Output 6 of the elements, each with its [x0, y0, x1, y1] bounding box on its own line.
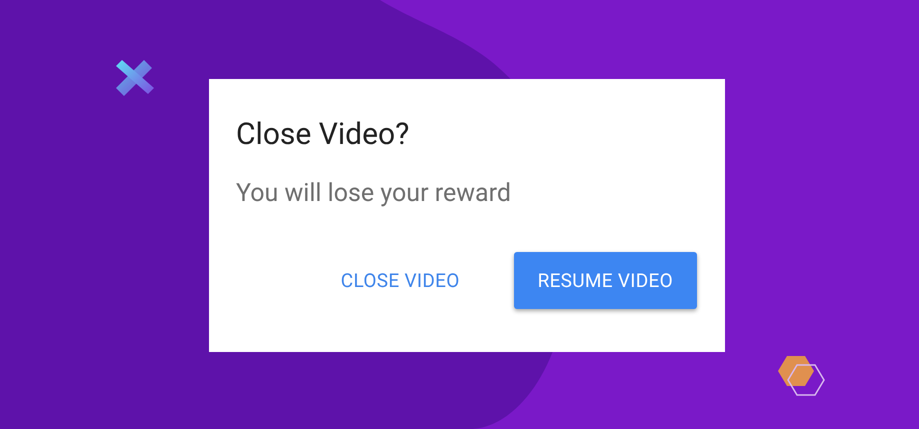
dialog-message: You will lose your reward: [236, 179, 512, 208]
cross-icon: [114, 58, 156, 98]
resume-button[interactable]: RESUME VIDEO: [514, 252, 697, 309]
dialog-title: Close Video?: [236, 117, 410, 152]
close-button[interactable]: CLOSE VIDEO: [340, 252, 460, 309]
hexagon-icon: [777, 355, 827, 397]
